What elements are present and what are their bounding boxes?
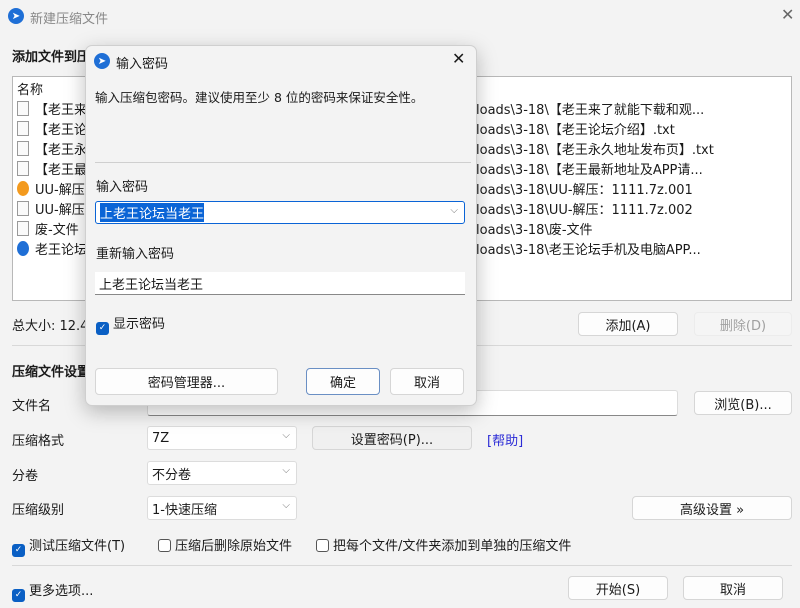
ok-button[interactable]: 确定 (306, 368, 380, 395)
list-item[interactable]: 废-文件 (13, 218, 79, 238)
file-name: 废-文件 (35, 222, 79, 238)
window-title: 新建压缩文件 (30, 12, 109, 27)
show-password-checkbox[interactable]: ✓ 显示密码 (96, 313, 165, 335)
list-item[interactable]: UU-解压 (13, 178, 85, 198)
file-name: 【老王永 (35, 142, 88, 158)
more-options-checkbox[interactable]: ✓ 更多选项... (12, 580, 93, 602)
checkbox-label: 压缩后删除原始文件 (175, 539, 293, 554)
file-name: 【老王最 (35, 162, 88, 178)
password-input[interactable]: 上老王论坛当老王 ⌵ (95, 201, 465, 224)
checkbox-label: 把每个文件/文件夹添加到单独的压缩文件 (333, 539, 572, 554)
zip-archive-icon (17, 240, 29, 256)
cancel-button[interactable]: 取消 (683, 576, 783, 600)
confirm-password-input[interactable]: 上老王论坛当老王 (95, 272, 465, 295)
dialog-title: 输入密码 (116, 57, 169, 72)
level-select[interactable]: 1-快速压缩 ⌵ (147, 496, 297, 520)
delete-button[interactable]: 删除(D) (694, 312, 792, 336)
format-value: 7Z (152, 430, 170, 446)
file-name: UU-解压 (35, 182, 85, 198)
file-path: loads\3-18\UU-解压：1111.7z.001 (476, 182, 693, 198)
list-item[interactable]: 【老王论 (13, 118, 87, 138)
text-file-icon (17, 140, 29, 156)
checkbox-checked-icon: ✓ (96, 322, 109, 335)
split-label: 分卷 (12, 469, 39, 484)
file-path: loads\3-18\【老王论坛介绍】.txt (476, 122, 675, 138)
checkbox-checked-icon: ✓ (12, 544, 25, 557)
settings-section-title: 压缩文件设置 (12, 365, 91, 380)
column-header-name[interactable]: 名称 (17, 79, 43, 98)
add-button[interactable]: 添加(A) (578, 312, 678, 336)
chevron-down-icon: ⌵ (282, 430, 290, 441)
app-logo-icon: ➤ (94, 53, 110, 69)
text-file-icon (17, 100, 29, 116)
password-value: 上老王论坛当老王 (100, 203, 205, 222)
close-icon[interactable]: ✕ (452, 49, 465, 68)
text-file-icon (17, 160, 29, 176)
separate-archives-checkbox[interactable]: 把每个文件/文件夹添加到单独的压缩文件 (316, 535, 571, 554)
test-archive-checkbox[interactable]: ✓ 测试压缩文件(T) (12, 535, 125, 557)
checkbox-checked-icon: ✓ (12, 589, 25, 602)
password-dialog: ➤ 输入密码 ✕ 输入压缩包密码。建议使用至少 8 位的密码来保证安全性。 输入… (85, 45, 477, 406)
browse-button[interactable]: 浏览(B)... (694, 391, 792, 415)
checkbox-label: 显示密码 (113, 317, 166, 332)
list-item[interactable]: 老王论坛 (13, 238, 87, 258)
file-path: loads\3-18\【老王永久地址发布页】.txt (476, 142, 714, 158)
checkbox-unchecked-icon (316, 539, 329, 552)
file-path: loads\3-18\【老王来了就能下载和观... (476, 102, 705, 118)
start-button[interactable]: 开始(S) (568, 576, 668, 600)
archive-001-icon (17, 180, 29, 196)
checkbox-label: 测试压缩文件(T) (29, 539, 126, 554)
divider (95, 162, 471, 163)
password-manager-button[interactable]: 密码管理器... (95, 368, 278, 395)
file-path: loads\3-18\【老王最新地址及APP请... (476, 162, 703, 178)
level-value: 1-快速压缩 (152, 502, 217, 518)
chevron-down-icon[interactable]: ⌵ (450, 205, 458, 216)
checkbox-label: 更多选项... (29, 584, 94, 599)
dialog-description: 输入压缩包密码。建议使用至少 8 位的密码来保证安全性。 (95, 90, 424, 105)
split-select[interactable]: 不分卷 ⌵ (147, 461, 297, 485)
password-label: 输入密码 (96, 180, 149, 195)
blank-file-icon (17, 200, 29, 216)
file-name: 【老王来 (35, 102, 88, 118)
format-label: 压缩格式 (12, 434, 65, 449)
delete-after-checkbox[interactable]: 压缩后删除原始文件 (158, 535, 292, 554)
blank-file-icon (17, 220, 29, 236)
file-name: 【老王论 (35, 122, 88, 138)
level-label: 压缩级别 (12, 503, 65, 518)
file-name: UU-解压 (35, 202, 85, 218)
divider (12, 565, 792, 566)
total-size: 总大小: 12.4 (12, 319, 89, 334)
format-select[interactable]: 7Z ⌵ (147, 426, 297, 450)
confirm-password-label: 重新输入密码 (96, 247, 175, 262)
filename-label: 文件名 (12, 399, 52, 414)
text-file-icon (17, 120, 29, 136)
file-name: 老王论坛 (35, 242, 88, 258)
advanced-settings-button[interactable]: 高级设置 » (632, 496, 792, 520)
list-item[interactable]: 【老王来 (13, 98, 87, 118)
file-path: loads\3-18\UU-解压：1111.7z.002 (476, 202, 693, 218)
list-item[interactable]: 【老王永 (13, 138, 87, 158)
files-section-title: 添加文件到压 (12, 50, 91, 65)
help-link[interactable]: [帮助] (487, 430, 523, 449)
chevron-down-icon: ⌵ (282, 500, 290, 511)
dialog-cancel-button[interactable]: 取消 (390, 368, 464, 395)
chevron-down-icon: ⌵ (282, 465, 290, 476)
app-logo-icon: ➤ (8, 8, 24, 24)
file-path: loads\3-18\废-文件 (476, 222, 593, 238)
set-password-button[interactable]: 设置密码(P)... (312, 426, 472, 450)
list-item[interactable]: 【老王最 (13, 158, 87, 178)
file-path: loads\3-18\老王论坛手机及电脑APP... (476, 242, 701, 258)
list-item[interactable]: UU-解压 (13, 198, 85, 218)
close-icon[interactable]: ✕ (781, 5, 794, 24)
checkbox-unchecked-icon (158, 539, 171, 552)
split-value: 不分卷 (152, 467, 192, 483)
